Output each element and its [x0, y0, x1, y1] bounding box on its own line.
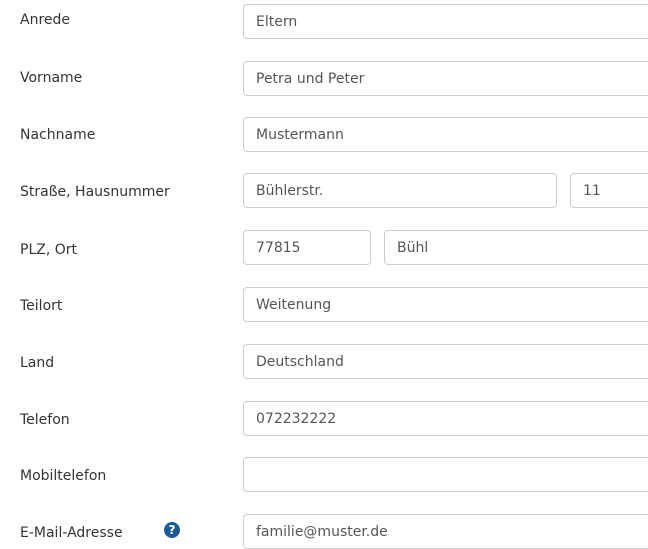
address-form: Anrede Eltern ▼ Vorname Nachname Straße,…: [0, 0, 648, 549]
last-name-label: Nachname: [20, 127, 96, 143]
country-value: Deutschland: [256, 353, 344, 370]
mobile-input[interactable]: [243, 457, 648, 492]
district-label: Teilort: [20, 298, 63, 314]
salutation-select[interactable]: Eltern ▼: [243, 4, 648, 39]
street-input[interactable]: [243, 173, 557, 208]
question-circle-icon[interactable]: ?: [164, 522, 180, 538]
email-label: E-Mail-Adresse: [20, 525, 123, 541]
first-name-label: Vorname: [20, 70, 83, 86]
country-label: Land: [20, 355, 55, 371]
email-input[interactable]: [243, 514, 648, 549]
district-input[interactable]: [243, 287, 648, 322]
country-select[interactable]: Deutschland ▼: [243, 344, 648, 379]
house-number-input[interactable]: [570, 173, 648, 208]
zip-input[interactable]: [243, 230, 371, 265]
salutation-value: Eltern: [256, 13, 298, 30]
mobile-label: Mobiltelefon: [20, 468, 107, 484]
city-input[interactable]: [384, 230, 648, 265]
first-name-input[interactable]: [243, 61, 648, 96]
phone-input[interactable]: [243, 401, 648, 436]
postal-label: PLZ, Ort: [20, 242, 77, 258]
salutation-label: Anrede: [20, 12, 71, 28]
phone-label: Telefon: [20, 412, 70, 428]
street-label: Straße, Hausnummer: [20, 184, 170, 200]
last-name-input[interactable]: [243, 117, 648, 152]
